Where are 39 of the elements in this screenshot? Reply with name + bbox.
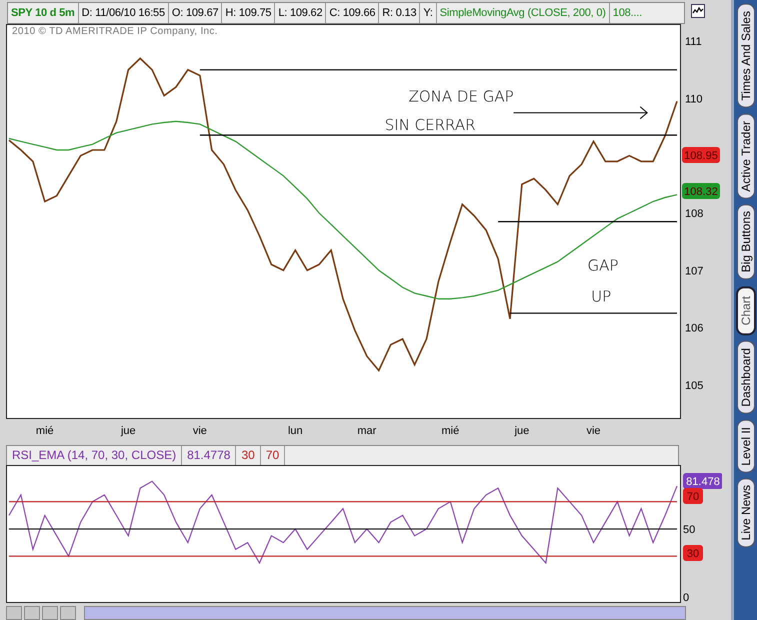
side-tab[interactable]: Big Buttons <box>736 204 754 280</box>
value-badge: 30 <box>683 545 703 561</box>
side-tab[interactable]: Live News <box>736 478 754 548</box>
copyright-text: 2010 © TD AMERITRADE IP Company, Inc. <box>12 26 218 37</box>
axis-label: 110 <box>685 93 703 106</box>
chart-icon[interactable] <box>691 4 705 18</box>
axis-label: mié <box>36 425 54 437</box>
axis-label: 106 <box>685 322 704 335</box>
axis-label: mar <box>357 425 376 437</box>
side-tab[interactable]: Dashboard <box>736 341 754 414</box>
handwritten-note: UP <box>591 288 612 306</box>
side-tab[interactable]: Active Trader <box>736 114 754 198</box>
axis-label: vie <box>192 425 207 437</box>
value-badge: 81.478 <box>683 473 722 489</box>
axis-label: 111 <box>685 36 702 48</box>
side-tab[interactable]: Times And Sales <box>736 4 754 108</box>
axis-label: 50 <box>683 524 696 536</box>
axis-label: vie <box>586 425 601 437</box>
axis-label: 107 <box>685 265 704 278</box>
axis-label: 105 <box>685 380 704 392</box>
handwritten-note: SIN CERRAR <box>384 116 476 134</box>
handwritten-note: ZONA DE GAP <box>408 87 514 106</box>
side-tab[interactable]: Level II <box>736 420 754 472</box>
toolbar-button[interactable] <box>24 606 40 620</box>
handwritten-note: GAP <box>588 256 618 274</box>
axis-label: jue <box>514 425 530 437</box>
price-badge: 108.95 <box>682 147 720 163</box>
side-tab[interactable]: Chart <box>736 286 756 336</box>
toolbar-button[interactable] <box>42 606 58 620</box>
axis-label: mié <box>442 425 460 437</box>
axis-label: 0 <box>683 592 690 603</box>
price-badge: 108.32 <box>682 183 720 199</box>
toolbar-button[interactable] <box>60 606 76 620</box>
axis-label: jue <box>120 425 136 437</box>
toolbar-button[interactable] <box>6 606 22 620</box>
axis-label: lun <box>288 425 303 437</box>
axis-label: 108 <box>685 208 704 220</box>
value-badge: 70 <box>683 488 703 504</box>
scrollbar[interactable] <box>84 606 686 620</box>
